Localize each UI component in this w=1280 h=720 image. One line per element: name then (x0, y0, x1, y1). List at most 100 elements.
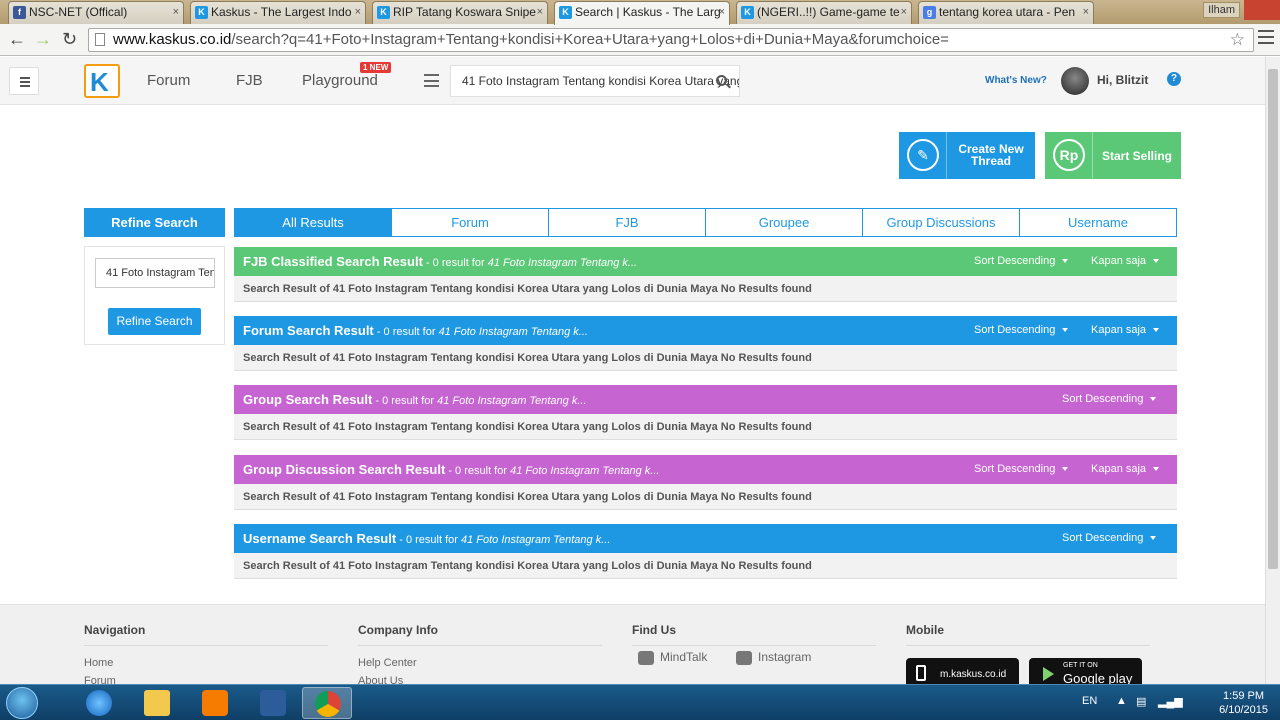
facebook-icon: f (13, 6, 26, 19)
system-clock[interactable]: 1:59 PM 6/10/2015 (1219, 689, 1268, 717)
caret-down-icon (1062, 328, 1069, 333)
no-results-message: Search Result of 41 Foto Instagram Tenta… (234, 345, 1177, 371)
taskbar-ie[interactable] (74, 687, 124, 719)
browser-toolbar: ← → ↻ www.kaskus.co.id/search?q=41+Foto+… (0, 24, 1280, 56)
create-line2: Thread (970, 154, 1011, 168)
window-close-button[interactable] (1244, 0, 1280, 20)
folder-icon (144, 690, 170, 716)
kaskus-icon: K (741, 6, 754, 19)
system-tray: EN ▲ ▤ ▂▄▆ 1:59 PM 6/10/2015 (1080, 685, 1280, 720)
taskbar-media-player[interactable] (190, 687, 240, 719)
tab-all-results[interactable]: All Results (235, 209, 391, 236)
nav-playground[interactable]: Playground (302, 72, 378, 89)
tab-close-icon[interactable]: × (901, 2, 907, 23)
result-tabs: All Results Forum FJB Groupee Group Disc… (234, 208, 1177, 237)
tab-title: RIP Tatang Koswara Snipe (393, 5, 536, 19)
forum-result-section: Forum Search Result - 0 result for 41 Fo… (234, 316, 1177, 371)
forward-arrow-icon[interactable]: → (34, 30, 52, 48)
result-count: - 0 result for (373, 326, 439, 338)
network-icon[interactable]: ▤ (1136, 695, 1146, 708)
nav-fjb[interactable]: FJB (236, 72, 263, 89)
taskbar-explorer[interactable] (132, 687, 182, 719)
sort-dropdown[interactable]: Sort Descending (974, 455, 1069, 484)
address-bar[interactable]: www.kaskus.co.id/search?q=41+Foto+Instag… (88, 28, 1254, 52)
section-header: FJB Classified Search Result - 0 result … (234, 247, 1177, 276)
group-discussion-result-section: Group Discussion Search Result - 0 resul… (234, 455, 1177, 510)
sort-dropdown[interactable]: Sort Descending (1062, 385, 1157, 414)
browser-tab[interactable]: f NSC-NET (Offical) × (8, 1, 184, 24)
instagram-link[interactable]: Instagram (736, 650, 811, 665)
user-greeting[interactable]: Hi, Blitzit (1097, 73, 1148, 87)
browser-tab[interactable]: K (NGERI..!!) Game-game te × (736, 1, 912, 24)
caret-down-icon (1150, 397, 1157, 402)
tab-close-icon[interactable]: × (173, 2, 179, 23)
tab-close-icon[interactable]: × (355, 2, 361, 23)
start-selling-button[interactable]: Rp Start Selling (1045, 132, 1181, 179)
kaskus-logo[interactable]: K (84, 64, 120, 98)
create-thread-button[interactable]: ✎ Create New Thread (899, 132, 1035, 179)
help-icon[interactable]: ? (1167, 72, 1181, 86)
bookmark-star-icon[interactable]: ☆ (1230, 29, 1245, 51)
clock-time: 1:59 PM (1223, 690, 1265, 702)
language-indicator[interactable]: EN (1082, 695, 1097, 707)
tab-close-icon[interactable]: × (537, 2, 543, 23)
search-category-menu-icon[interactable] (424, 74, 439, 87)
sort-dropdown[interactable]: Sort Descending (974, 316, 1069, 345)
back-arrow-icon[interactable]: ← (8, 30, 26, 48)
sort-dropdown[interactable]: Sort Descending (974, 247, 1069, 276)
taskbar-app[interactable] (248, 687, 298, 719)
start-button[interactable] (6, 687, 38, 719)
tab-close-icon[interactable]: × (719, 2, 725, 23)
browser-tab[interactable]: K RIP Tatang Koswara Snipe × (372, 1, 548, 24)
windows-taskbar: EN ▲ ▤ ▂▄▆ 1:59 PM 6/10/2015 (0, 684, 1280, 720)
time-dropdown[interactable]: Kapan saja (1091, 247, 1160, 276)
mindtalk-link[interactable]: MindTalk (638, 650, 707, 665)
section-header: Group Discussion Search Result - 0 resul… (234, 455, 1177, 484)
browser-tab[interactable]: g tentang korea utara - Pen × (918, 1, 1094, 24)
browser-tab[interactable]: K Kaskus - The Largest Indo × (190, 1, 366, 24)
tab-username[interactable]: Username (1019, 209, 1176, 236)
side-menu-button[interactable] (9, 67, 39, 95)
tab-groupee[interactable]: Groupee (705, 209, 862, 236)
app-icon (260, 690, 286, 716)
result-query: 41 Foto Instagram Tentang k... (460, 534, 611, 546)
reload-icon[interactable]: ↻ (62, 30, 77, 48)
scrollbar-thumb[interactable] (1268, 69, 1278, 569)
section-title: Group Discussion Search Result (243, 462, 446, 477)
footer-link-help-center[interactable]: Help Center (358, 654, 602, 672)
footer-link-home[interactable]: Home (84, 654, 328, 672)
refine-search-input[interactable]: 41 Foto Instagram Tentang kondisi Korea … (95, 258, 215, 288)
site-header: K Forum FJB Playground 1 NEW 41 Foto Ins… (0, 57, 1265, 105)
nav-forum[interactable]: Forum (147, 72, 190, 89)
page-scrollbar[interactable] (1265, 57, 1280, 684)
url-host: www.kaskus.co.id (113, 31, 232, 48)
screen: f NSC-NET (Offical) × K Kaskus - The Largest… (0, 0, 1280, 720)
mindtalk-icon (638, 650, 654, 665)
tab-group-discussions[interactable]: Group Discussions (862, 209, 1019, 236)
signal-icon[interactable]: ▂▄▆ (1158, 695, 1183, 708)
section-header: Forum Search Result - 0 result for 41 Fo… (234, 316, 1177, 345)
browser-tab[interactable]: K Search | Kaskus - The Larg × (554, 1, 730, 25)
tab-close-icon[interactable]: × (1083, 2, 1089, 23)
chrome-menu-icon[interactable] (1258, 30, 1274, 44)
footer-heading: Mobile (906, 623, 1150, 646)
taskbar-chrome[interactable] (302, 687, 352, 719)
result-query: 41 Foto Instagram Tentang k... (437, 395, 587, 407)
tab-forum[interactable]: Forum (391, 209, 548, 236)
time-dropdown[interactable]: Kapan saja (1091, 316, 1160, 345)
tab-title: Kaskus - The Largest Indo (211, 5, 352, 19)
refine-search-button[interactable]: Refine Search (108, 308, 201, 335)
result-count: - 0 result for (372, 395, 438, 407)
avatar[interactable] (1061, 67, 1089, 95)
tab-fjb[interactable]: FJB (548, 209, 705, 236)
clock-date: 6/10/2015 (1219, 704, 1268, 716)
google-play-small-label: GET IT ON (1063, 662, 1098, 669)
header-search-input[interactable]: 41 Foto Instagram Tentang kondisi Korea … (450, 65, 740, 97)
tray-chevron-icon[interactable]: ▲ (1116, 695, 1127, 707)
section-header: Group Search Result - 0 result for 41 Fo… (234, 385, 1177, 414)
search-icon[interactable] (716, 75, 727, 86)
profile-name-badge[interactable]: Ilham (1203, 2, 1240, 18)
whats-new-link[interactable]: What's New? (985, 75, 1047, 86)
sort-dropdown[interactable]: Sort Descending (1062, 524, 1157, 553)
time-dropdown[interactable]: Kapan saja (1091, 455, 1160, 484)
